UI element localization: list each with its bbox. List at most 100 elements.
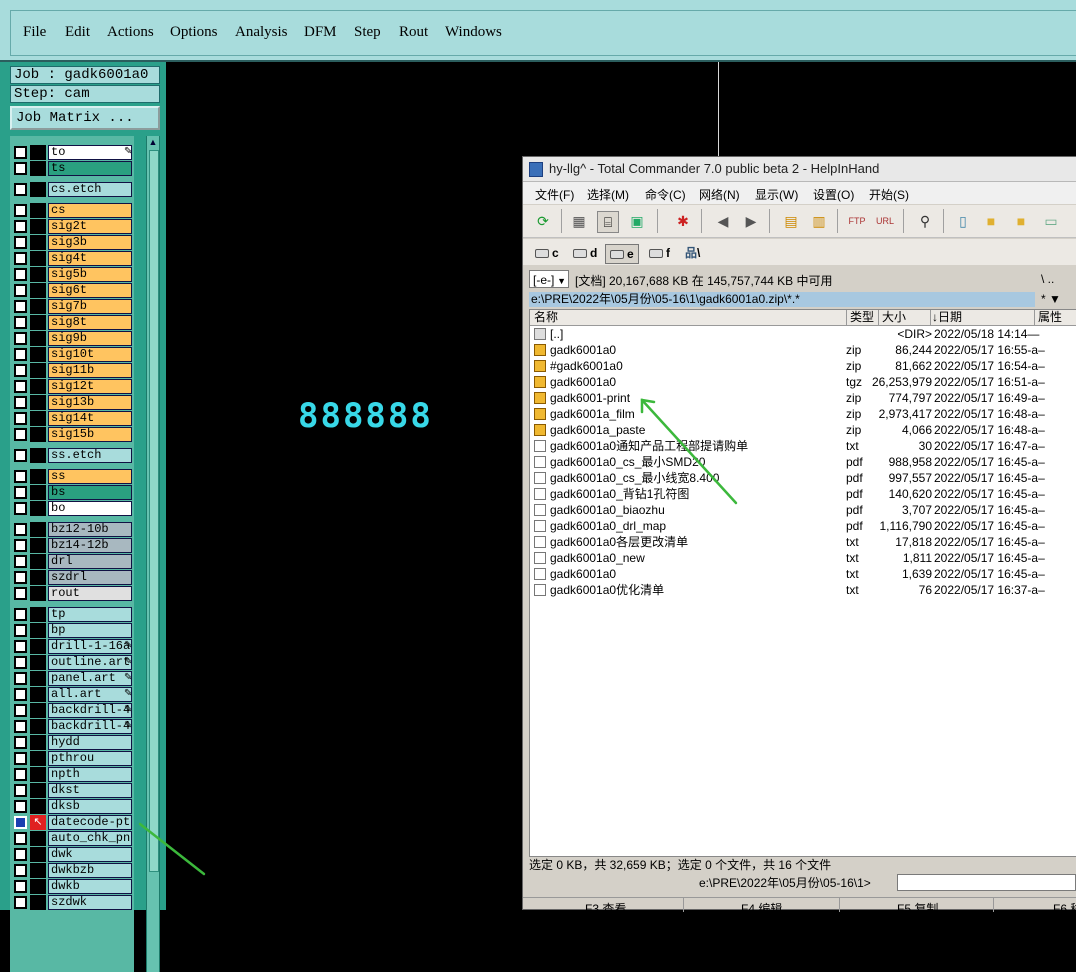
network-drive-button[interactable]: 品\	[685, 244, 700, 262]
layer-status-icon[interactable]	[30, 687, 46, 702]
layer-row-sig6t[interactable]: sig6t	[12, 283, 132, 298]
layer-checkbox[interactable]	[14, 364, 27, 377]
layer-status-icon[interactable]	[30, 735, 46, 750]
layer-checkbox[interactable]	[14, 316, 27, 329]
layer-row-dwk[interactable]: dwk	[12, 847, 132, 862]
layer-checkbox[interactable]	[14, 672, 27, 685]
menu-rout[interactable]: Rout	[399, 24, 428, 41]
layer-name[interactable]: hydd	[48, 735, 132, 750]
layer-status-icon[interactable]	[30, 607, 46, 622]
layer-status-icon[interactable]	[30, 863, 46, 878]
layer-row-dwkbzb[interactable]: dwkbzb	[12, 863, 132, 878]
layer-checkbox[interactable]	[14, 688, 27, 701]
layer-row-sig9b[interactable]: sig9b	[12, 331, 132, 346]
layer-status-icon[interactable]	[30, 751, 46, 766]
layer-status-icon[interactable]	[30, 586, 46, 601]
layer-name[interactable]: bo	[48, 501, 132, 516]
layer-row-npth[interactable]: npth	[12, 767, 132, 782]
folder-icon[interactable]: ■	[981, 211, 1001, 231]
layer-checkbox[interactable]	[14, 640, 27, 653]
layer-row-dwkb[interactable]: dwkb	[12, 879, 132, 894]
layer-row-bp[interactable]: bp	[12, 623, 132, 638]
layer-checkbox[interactable]	[14, 864, 27, 877]
path-filter-buttons[interactable]: * ▼	[1041, 292, 1061, 307]
layer-checkbox[interactable]	[14, 268, 27, 281]
layer-status-icon[interactable]	[30, 363, 46, 378]
layer-checkbox[interactable]	[14, 832, 27, 845]
layer-row-sig8t[interactable]: sig8t	[12, 315, 132, 330]
menu-edit[interactable]: Edit	[65, 24, 90, 41]
menu-file[interactable]: File	[23, 24, 46, 41]
layer-checkbox[interactable]	[14, 236, 27, 249]
layer-status-icon[interactable]	[30, 639, 46, 654]
layer-row-sig5b[interactable]: sig5b	[12, 267, 132, 282]
layer-name[interactable]: sig8t	[48, 315, 132, 330]
layer-status-icon[interactable]	[30, 161, 46, 176]
layer-checkbox[interactable]	[14, 332, 27, 345]
layer-checkbox[interactable]	[14, 204, 27, 217]
layer-status-icon[interactable]	[30, 831, 46, 846]
layer-checkbox[interactable]	[14, 284, 27, 297]
layer-row-outline.art[interactable]: outline.art ✎	[12, 655, 132, 670]
layer-checkbox[interactable]	[14, 146, 27, 159]
layer-name[interactable]: panel.art	[48, 671, 132, 686]
forward-icon[interactable]: ▶	[741, 211, 761, 231]
layer-checkbox[interactable]	[14, 523, 27, 536]
layer-name[interactable]: bs	[48, 485, 132, 500]
layer-status-icon[interactable]	[30, 570, 46, 585]
layer-name[interactable]: sig10t	[48, 347, 132, 362]
layer-status-icon[interactable]	[30, 469, 46, 484]
layer-name[interactable]: sig3b	[48, 235, 132, 250]
layer-row-panel.art[interactable]: panel.art ✎	[12, 671, 132, 686]
layer-status-icon[interactable]	[30, 379, 46, 394]
layer-checkbox[interactable]	[14, 816, 27, 829]
layer-checkbox[interactable]	[14, 656, 27, 669]
layer-name[interactable]: sig5b	[48, 267, 132, 282]
tc-menu-settings[interactable]: 设置(O)	[813, 186, 854, 203]
layer-name[interactable]: dwk	[48, 847, 132, 862]
layer-row-bo[interactable]: bo	[12, 501, 132, 516]
layer-row-all.art[interactable]: all.art ✎	[12, 687, 132, 702]
layer-row-sig14t[interactable]: sig14t	[12, 411, 132, 426]
layer-name[interactable]: drill-1-16a	[48, 639, 132, 654]
layer-name[interactable]: dkst	[48, 783, 132, 798]
layer-status-icon[interactable]	[30, 145, 46, 160]
layer-row-dksb[interactable]: dksb	[12, 799, 132, 814]
layer-checkbox[interactable]	[14, 412, 27, 425]
layer-status-icon[interactable]	[30, 203, 46, 218]
notepad-icon[interactable]: ▯	[953, 211, 973, 231]
layer-checkbox[interactable]	[14, 396, 27, 409]
layer-checkbox[interactable]	[14, 848, 27, 861]
layer-checkbox[interactable]	[14, 183, 27, 196]
tc-menu-select[interactable]: 选择(M)	[587, 186, 629, 203]
file-row[interactable]: gadk6001a0 zip 86,244 2022/05/17 16:55-a–	[530, 342, 1076, 358]
layer-row-sig13b[interactable]: sig13b	[12, 395, 132, 410]
drive-c-button[interactable]: c	[535, 244, 559, 262]
layer-row-auto_chk_pn[interactable]: auto_chk_pn	[12, 831, 132, 846]
layer-row-bz12-10b[interactable]: bz12-10b	[12, 522, 132, 537]
layer-checkbox[interactable]	[14, 502, 27, 515]
layer-name[interactable]: sig2t	[48, 219, 132, 234]
layer-name[interactable]: cs.etch	[48, 182, 132, 197]
layer-status-icon[interactable]	[30, 331, 46, 346]
col-type[interactable]: 类型	[850, 310, 874, 325]
layer-name[interactable]: bz14-12b	[48, 538, 132, 553]
file-row[interactable]: gadk6001a0_cs_最小线宽8.400 pdf 997,557 2022/05…	[530, 470, 1076, 486]
layer-row-ss.etch[interactable]: ss.etch	[12, 448, 132, 463]
layer-status-icon[interactable]	[30, 251, 46, 266]
col-name[interactable]: 名称	[534, 310, 558, 325]
layer-name[interactable]: sig13b	[48, 395, 132, 410]
menu-dfm[interactable]: DFM	[304, 24, 337, 41]
layer-row-ts[interactable]: ts	[12, 161, 132, 176]
layer-row-rout[interactable]: rout	[12, 586, 132, 601]
layer-checkbox[interactable]	[14, 486, 27, 499]
layer-status-icon[interactable]	[30, 538, 46, 553]
layer-name[interactable]: backdrill-4	[48, 719, 132, 734]
layer-name[interactable]: szdwk	[48, 895, 132, 910]
layer-row-sig2t[interactable]: sig2t	[12, 219, 132, 234]
layer-row-sig11b[interactable]: sig11b	[12, 363, 132, 378]
layer-checkbox[interactable]	[14, 162, 27, 175]
layer-row-sig15b[interactable]: sig15b	[12, 427, 132, 442]
menu-options[interactable]: Options	[170, 24, 218, 41]
folder-open-icon[interactable]: ■	[1011, 211, 1031, 231]
